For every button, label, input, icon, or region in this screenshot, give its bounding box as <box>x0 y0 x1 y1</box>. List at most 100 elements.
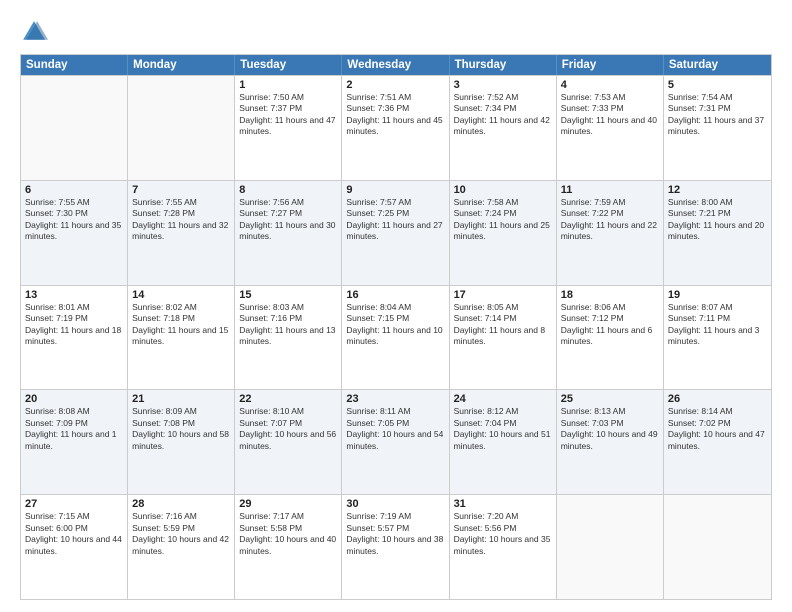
calendar-cell: 26Sunrise: 8:14 AMSunset: 7:02 PMDayligh… <box>664 390 771 494</box>
day-info: Sunrise: 8:11 AMSunset: 7:05 PMDaylight:… <box>346 406 444 452</box>
day-info: Sunrise: 8:12 AMSunset: 7:04 PMDaylight:… <box>454 406 552 452</box>
day-number: 29 <box>239 498 337 510</box>
day-info: Sunrise: 8:02 AMSunset: 7:18 PMDaylight:… <box>132 302 230 348</box>
header <box>20 18 772 46</box>
calendar-cell <box>128 76 235 180</box>
calendar-cell: 17Sunrise: 8:05 AMSunset: 7:14 PMDayligh… <box>450 286 557 390</box>
header-day-monday: Monday <box>128 55 235 75</box>
day-number: 31 <box>454 498 552 510</box>
day-info: Sunrise: 8:00 AMSunset: 7:21 PMDaylight:… <box>668 197 767 243</box>
page: SundayMondayTuesdayWednesdayThursdayFrid… <box>0 0 792 612</box>
calendar-cell: 11Sunrise: 7:59 AMSunset: 7:22 PMDayligh… <box>557 181 664 285</box>
calendar-cell: 8Sunrise: 7:56 AMSunset: 7:27 PMDaylight… <box>235 181 342 285</box>
header-day-thursday: Thursday <box>450 55 557 75</box>
calendar-cell: 29Sunrise: 7:17 AMSunset: 5:58 PMDayligh… <box>235 495 342 599</box>
calendar-cell: 21Sunrise: 8:09 AMSunset: 7:08 PMDayligh… <box>128 390 235 494</box>
calendar-cell: 31Sunrise: 7:20 AMSunset: 5:56 PMDayligh… <box>450 495 557 599</box>
calendar-cell: 22Sunrise: 8:10 AMSunset: 7:07 PMDayligh… <box>235 390 342 494</box>
calendar-row-5: 27Sunrise: 7:15 AMSunset: 6:00 PMDayligh… <box>21 494 771 599</box>
day-number: 12 <box>668 184 767 196</box>
day-info: Sunrise: 7:16 AMSunset: 5:59 PMDaylight:… <box>132 511 230 557</box>
day-info: Sunrise: 8:04 AMSunset: 7:15 PMDaylight:… <box>346 302 444 348</box>
calendar-cell: 23Sunrise: 8:11 AMSunset: 7:05 PMDayligh… <box>342 390 449 494</box>
calendar-cell: 13Sunrise: 8:01 AMSunset: 7:19 PMDayligh… <box>21 286 128 390</box>
day-number: 3 <box>454 79 552 91</box>
calendar-cell: 1Sunrise: 7:50 AMSunset: 7:37 PMDaylight… <box>235 76 342 180</box>
calendar-cell: 24Sunrise: 8:12 AMSunset: 7:04 PMDayligh… <box>450 390 557 494</box>
calendar-cell <box>21 76 128 180</box>
day-info: Sunrise: 7:56 AMSunset: 7:27 PMDaylight:… <box>239 197 337 243</box>
day-number: 21 <box>132 393 230 405</box>
day-info: Sunrise: 8:13 AMSunset: 7:03 PMDaylight:… <box>561 406 659 452</box>
day-info: Sunrise: 8:03 AMSunset: 7:16 PMDaylight:… <box>239 302 337 348</box>
day-number: 2 <box>346 79 444 91</box>
day-info: Sunrise: 8:07 AMSunset: 7:11 PMDaylight:… <box>668 302 767 348</box>
day-number: 9 <box>346 184 444 196</box>
calendar-cell: 9Sunrise: 7:57 AMSunset: 7:25 PMDaylight… <box>342 181 449 285</box>
calendar-body: 1Sunrise: 7:50 AMSunset: 7:37 PMDaylight… <box>21 75 771 599</box>
calendar-cell: 4Sunrise: 7:53 AMSunset: 7:33 PMDaylight… <box>557 76 664 180</box>
calendar-cell: 18Sunrise: 8:06 AMSunset: 7:12 PMDayligh… <box>557 286 664 390</box>
calendar-cell: 25Sunrise: 8:13 AMSunset: 7:03 PMDayligh… <box>557 390 664 494</box>
day-number: 19 <box>668 289 767 301</box>
calendar-cell <box>557 495 664 599</box>
day-info: Sunrise: 8:08 AMSunset: 7:09 PMDaylight:… <box>25 406 123 452</box>
calendar-cell: 10Sunrise: 7:58 AMSunset: 7:24 PMDayligh… <box>450 181 557 285</box>
day-info: Sunrise: 8:10 AMSunset: 7:07 PMDaylight:… <box>239 406 337 452</box>
day-number: 22 <box>239 393 337 405</box>
calendar-cell <box>664 495 771 599</box>
calendar-cell: 12Sunrise: 8:00 AMSunset: 7:21 PMDayligh… <box>664 181 771 285</box>
logo <box>20 18 52 46</box>
header-day-friday: Friday <box>557 55 664 75</box>
day-number: 4 <box>561 79 659 91</box>
calendar-cell: 7Sunrise: 7:55 AMSunset: 7:28 PMDaylight… <box>128 181 235 285</box>
calendar-cell: 2Sunrise: 7:51 AMSunset: 7:36 PMDaylight… <box>342 76 449 180</box>
day-number: 30 <box>346 498 444 510</box>
day-number: 14 <box>132 289 230 301</box>
day-info: Sunrise: 7:17 AMSunset: 5:58 PMDaylight:… <box>239 511 337 557</box>
day-number: 6 <box>25 184 123 196</box>
calendar: SundayMondayTuesdayWednesdayThursdayFrid… <box>20 54 772 600</box>
day-number: 1 <box>239 79 337 91</box>
day-info: Sunrise: 7:52 AMSunset: 7:34 PMDaylight:… <box>454 92 552 138</box>
day-info: Sunrise: 7:19 AMSunset: 5:57 PMDaylight:… <box>346 511 444 557</box>
day-info: Sunrise: 7:55 AMSunset: 7:30 PMDaylight:… <box>25 197 123 243</box>
day-info: Sunrise: 8:05 AMSunset: 7:14 PMDaylight:… <box>454 302 552 348</box>
day-number: 11 <box>561 184 659 196</box>
day-info: Sunrise: 7:57 AMSunset: 7:25 PMDaylight:… <box>346 197 444 243</box>
calendar-cell: 3Sunrise: 7:52 AMSunset: 7:34 PMDaylight… <box>450 76 557 180</box>
header-day-saturday: Saturday <box>664 55 771 75</box>
day-info: Sunrise: 8:09 AMSunset: 7:08 PMDaylight:… <box>132 406 230 452</box>
day-number: 28 <box>132 498 230 510</box>
day-info: Sunrise: 7:58 AMSunset: 7:24 PMDaylight:… <box>454 197 552 243</box>
calendar-cell: 30Sunrise: 7:19 AMSunset: 5:57 PMDayligh… <box>342 495 449 599</box>
day-info: Sunrise: 7:59 AMSunset: 7:22 PMDaylight:… <box>561 197 659 243</box>
day-info: Sunrise: 7:50 AMSunset: 7:37 PMDaylight:… <box>239 92 337 138</box>
calendar-cell: 14Sunrise: 8:02 AMSunset: 7:18 PMDayligh… <box>128 286 235 390</box>
day-info: Sunrise: 7:15 AMSunset: 6:00 PMDaylight:… <box>25 511 123 557</box>
calendar-cell: 27Sunrise: 7:15 AMSunset: 6:00 PMDayligh… <box>21 495 128 599</box>
calendar-row-1: 1Sunrise: 7:50 AMSunset: 7:37 PMDaylight… <box>21 75 771 180</box>
calendar-row-2: 6Sunrise: 7:55 AMSunset: 7:30 PMDaylight… <box>21 180 771 285</box>
day-info: Sunrise: 7:55 AMSunset: 7:28 PMDaylight:… <box>132 197 230 243</box>
day-number: 5 <box>668 79 767 91</box>
day-number: 8 <box>239 184 337 196</box>
calendar-cell: 15Sunrise: 8:03 AMSunset: 7:16 PMDayligh… <box>235 286 342 390</box>
day-info: Sunrise: 8:14 AMSunset: 7:02 PMDaylight:… <box>668 406 767 452</box>
logo-icon <box>20 18 48 46</box>
calendar-cell: 19Sunrise: 8:07 AMSunset: 7:11 PMDayligh… <box>664 286 771 390</box>
day-number: 23 <box>346 393 444 405</box>
day-number: 20 <box>25 393 123 405</box>
calendar-row-3: 13Sunrise: 8:01 AMSunset: 7:19 PMDayligh… <box>21 285 771 390</box>
day-number: 7 <box>132 184 230 196</box>
day-number: 13 <box>25 289 123 301</box>
day-info: Sunrise: 8:01 AMSunset: 7:19 PMDaylight:… <box>25 302 123 348</box>
day-number: 26 <box>668 393 767 405</box>
day-info: Sunrise: 8:06 AMSunset: 7:12 PMDaylight:… <box>561 302 659 348</box>
day-number: 15 <box>239 289 337 301</box>
header-day-sunday: Sunday <box>21 55 128 75</box>
day-info: Sunrise: 7:54 AMSunset: 7:31 PMDaylight:… <box>668 92 767 138</box>
header-day-wednesday: Wednesday <box>342 55 449 75</box>
calendar-cell: 5Sunrise: 7:54 AMSunset: 7:31 PMDaylight… <box>664 76 771 180</box>
day-info: Sunrise: 7:51 AMSunset: 7:36 PMDaylight:… <box>346 92 444 138</box>
